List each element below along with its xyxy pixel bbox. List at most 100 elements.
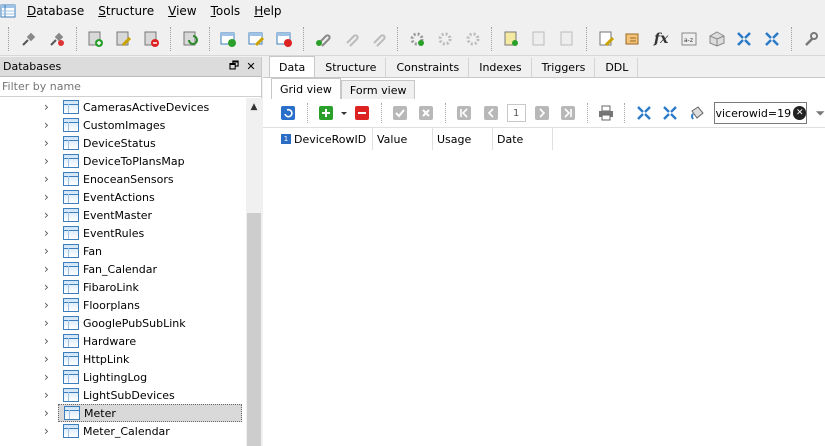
subtab-form-view[interactable]: Form view	[340, 80, 416, 99]
tree-item[interactable]: › HttpLink	[0, 350, 246, 368]
tree-item[interactable]: › Fan_Calendar	[0, 260, 246, 278]
tree-item-body[interactable]: Fan_Calendar	[58, 260, 242, 278]
scroll-up-icon[interactable]: ▲	[246, 98, 262, 115]
remove-database-button[interactable]	[139, 27, 163, 51]
tree-item-body[interactable]: DeviceStatus	[58, 134, 242, 152]
edit-column-button[interactable]	[339, 27, 363, 51]
tree-item-body[interactable]: EventActions	[58, 188, 242, 206]
export-button[interactable]	[760, 27, 784, 51]
clear-data-button[interactable]	[686, 102, 707, 124]
tree-item-body[interactable]: HttpLink	[58, 350, 242, 368]
expand-arrow-icon[interactable]: ›	[44, 208, 58, 222]
expand-arrow-icon[interactable]: ›	[44, 334, 58, 348]
tree-item-body[interactable]: GooglePubSubLink	[58, 314, 242, 332]
tab-indexes[interactable]: Indexes	[469, 57, 532, 77]
column-header[interactable]: 1 DeviceRowID	[277, 128, 373, 150]
edit-index-button[interactable]	[433, 27, 457, 51]
filter-funnel-icon[interactable]: ⏷	[815, 106, 825, 121]
import-button[interactable]	[733, 27, 757, 51]
tree-item[interactable]: › Fan	[0, 242, 246, 260]
clear-filter-icon[interactable]: ✕	[793, 106, 807, 120]
toolbar-grip[interactable]	[8, 26, 11, 51]
edit-table-button[interactable]	[244, 27, 268, 51]
column-header[interactable]: Usage	[433, 128, 493, 150]
connect-database-button[interactable]	[17, 27, 41, 51]
tree-item-body[interactable]: Fan	[58, 242, 242, 260]
expand-arrow-icon[interactable]: ›	[44, 118, 58, 132]
expand-arrow-icon[interactable]: ›	[44, 280, 58, 294]
previous-page-button[interactable]	[480, 102, 501, 124]
tab-structure[interactable]: Structure	[315, 57, 387, 77]
disconnect-database-button[interactable]	[45, 27, 69, 51]
next-page-button[interactable]	[532, 102, 553, 124]
expand-arrow-icon[interactable]: ›	[44, 244, 58, 258]
rollback-button[interactable]	[416, 102, 437, 124]
export-data-button[interactable]	[660, 102, 681, 124]
tree-item[interactable]: › CamerasActiveDevices	[0, 98, 246, 116]
expand-arrow-icon[interactable]: ›	[44, 424, 58, 438]
open-ddl-history-button[interactable]	[622, 27, 646, 51]
refresh-data-button[interactable]	[278, 102, 299, 124]
open-functions-editor-button[interactable]: fx	[649, 27, 673, 51]
tree-item[interactable]: › EventActions	[0, 188, 246, 206]
filter-input[interactable]: devicerowid=19	[715, 107, 791, 120]
tree-item[interactable]: › GooglePubSubLink	[0, 314, 246, 332]
open-sql-editor-button[interactable]	[594, 27, 618, 51]
expand-arrow-icon[interactable]: ›	[44, 154, 58, 168]
tree-item-body[interactable]: CamerasActiveDevices	[58, 98, 242, 116]
delete-column-button[interactable]	[366, 27, 390, 51]
tree-item[interactable]: › DeviceStatus	[0, 134, 246, 152]
edit-trigger-button[interactable]	[527, 27, 551, 51]
refresh-database-button[interactable]	[178, 27, 202, 51]
tree-item[interactable]: › EnoceanSensors	[0, 170, 246, 188]
tree-item-body[interactable]: CustomImages	[58, 116, 242, 134]
tree-item[interactable]: › CustomImages	[0, 116, 246, 134]
add-trigger-button[interactable]	[499, 27, 523, 51]
subtab-grid-view[interactable]: Grid view	[271, 78, 341, 99]
tree-item-body[interactable]: FibaroLink	[58, 278, 242, 296]
add-table-button[interactable]	[217, 27, 241, 51]
column-header[interactable]: Date	[493, 128, 553, 150]
tree-item-body[interactable]: LightingLog	[58, 368, 242, 386]
expand-arrow-icon[interactable]: ›	[44, 262, 58, 276]
expand-arrow-icon[interactable]: ›	[44, 298, 58, 312]
filter-by-name-input[interactable]	[2, 77, 261, 96]
column-header[interactable]: Value	[373, 128, 433, 150]
expand-arrow-icon[interactable]: ›	[44, 316, 58, 330]
tree-item-body[interactable]: Meter	[58, 404, 242, 422]
tab-data[interactable]: Data	[269, 56, 316, 77]
expand-arrow-icon[interactable]: ›	[44, 370, 58, 384]
expand-arrow-icon[interactable]: ›	[44, 406, 58, 420]
close-panel-button[interactable]: ✕	[244, 60, 258, 73]
tab-ddl[interactable]: DDL	[595, 57, 639, 77]
filter-input-box[interactable]: devicerowid=19 ✕	[713, 102, 808, 124]
menu-database[interactable]: Database	[20, 0, 91, 22]
tree-item[interactable]: › Meter	[0, 404, 246, 422]
expand-arrow-icon[interactable]: ›	[44, 226, 58, 240]
tree-item-body[interactable]: Floorplans	[58, 296, 242, 314]
tree-item-body[interactable]: EventRules	[58, 224, 242, 242]
tree-item-body[interactable]: DeviceToPlansMap	[58, 152, 242, 170]
tree-scrollbar[interactable]: ▲	[246, 98, 262, 446]
tree-item-body[interactable]: EnoceanSensors	[58, 170, 242, 188]
menu-view[interactable]: View	[161, 0, 203, 22]
expand-arrow-icon[interactable]: ›	[44, 190, 58, 204]
tree-item[interactable]: › DeviceToPlansMap	[0, 152, 246, 170]
delete-row-button[interactable]	[352, 102, 373, 124]
menu-help[interactable]: Help	[247, 0, 288, 22]
scrollbar-thumb[interactable]	[247, 213, 261, 446]
open-extensions-button[interactable]	[705, 27, 729, 51]
add-column-button[interactable]	[311, 27, 335, 51]
delete-table-button[interactable]	[272, 27, 296, 51]
insert-row-button[interactable]	[316, 102, 337, 124]
tree-item[interactable]: › FibaroLink	[0, 278, 246, 296]
data-grid[interactable]: 1 DeviceRowID Value Usage Date	[263, 128, 825, 446]
print-button[interactable]	[596, 102, 617, 124]
delete-trigger-button[interactable]	[555, 27, 579, 51]
tree-item[interactable]: › LightingLog	[0, 368, 246, 386]
float-panel-button[interactable]: 🗗	[227, 57, 241, 76]
last-page-button[interactable]	[558, 102, 579, 124]
tree-item[interactable]: › EventMaster	[0, 206, 246, 224]
expand-arrow-icon[interactable]: ›	[44, 388, 58, 402]
first-page-button[interactable]	[454, 102, 475, 124]
